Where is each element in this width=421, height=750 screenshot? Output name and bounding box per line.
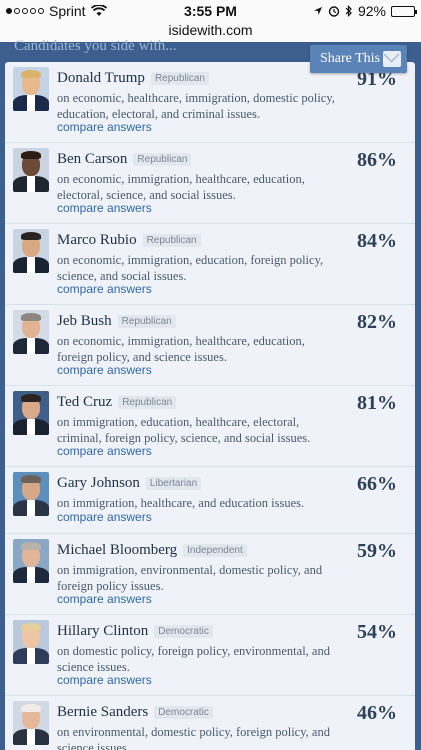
- match-percent: 81%: [357, 392, 397, 414]
- compare-answers-link[interactable]: compare answers: [57, 120, 152, 134]
- candidate-issues: on economic, immigration, healthcare, ed…: [57, 172, 305, 202]
- candidate-name[interactable]: Jeb Bush: [57, 313, 112, 330]
- compare-answers-link[interactable]: compare answers: [57, 592, 152, 606]
- status-bar: Sprint 3:55 PM 92%: [0, 0, 421, 22]
- party-badge: Democratic: [154, 706, 213, 719]
- match-percent: 66%: [357, 473, 397, 495]
- compare-answers-link[interactable]: compare answers: [57, 201, 152, 215]
- compare-answers-link[interactable]: compare answers: [57, 510, 152, 524]
- candidate-card[interactable]: Hillary Clinton Democratic on domestic pol…: [5, 615, 415, 696]
- candidate-name[interactable]: Bernie Sanders: [57, 704, 148, 721]
- battery-icon: [391, 5, 417, 17]
- candidate-name[interactable]: Marco Rubio: [57, 232, 137, 249]
- bluetooth-icon: [345, 5, 352, 17]
- candidate-issues: on economic, immigration, education, for…: [57, 253, 324, 283]
- alarm-icon: [328, 6, 340, 17]
- party-badge: Republican: [117, 315, 176, 328]
- candidate-issues: on immigration, environmental, domestic …: [57, 563, 323, 593]
- candidate-photo: [13, 620, 49, 664]
- section-title: Candidates you side with...: [14, 38, 177, 54]
- compare-answers-link[interactable]: compare answers: [57, 363, 152, 377]
- candidate-name[interactable]: Hillary Clinton: [57, 623, 148, 640]
- candidate-card[interactable]: Jeb Bush Republican on economic, immigrati…: [5, 305, 415, 386]
- candidate-issues: on environmental, domestic policy, forei…: [57, 725, 330, 750]
- candidate-name[interactable]: Donald Trump: [57, 70, 145, 87]
- candidate-card[interactable]: Ted Cruz Republican on immigration, educat…: [5, 386, 415, 467]
- candidate-photo: [13, 472, 49, 516]
- candidate-name[interactable]: Gary Johnson: [57, 475, 140, 492]
- share-button[interactable]: Share This: [310, 45, 407, 73]
- candidate-photo: [13, 391, 49, 435]
- party-badge: Republican: [150, 72, 209, 85]
- match-percent: 82%: [357, 311, 397, 333]
- location-icon: [313, 7, 322, 15]
- match-percent: 54%: [357, 621, 397, 643]
- party-badge: Republican: [133, 153, 192, 166]
- match-percent: 84%: [357, 230, 397, 252]
- candidate-photo: [13, 539, 49, 583]
- match-percent: 46%: [357, 702, 397, 724]
- candidate-issues: on domestic policy, foreign policy, envi…: [57, 644, 330, 674]
- party-badge: Republican: [142, 234, 201, 247]
- battery-percent: 92%: [357, 3, 386, 19]
- candidate-photo: [13, 67, 49, 111]
- candidate-photo: [13, 229, 49, 273]
- candidate-card[interactable]: Marco Rubio Republican on economic, immigr…: [5, 224, 415, 305]
- candidate-card[interactable]: Bernie Sanders Democratic on environmental…: [5, 696, 415, 750]
- candidate-photo: [13, 148, 49, 192]
- candidate-issues: on immigration, education, healthcare, e…: [57, 415, 311, 445]
- match-percent: 86%: [357, 149, 397, 171]
- candidate-card[interactable]: Donald Trump Republican on economic, healt…: [5, 62, 415, 143]
- candidate-issues: on economic, immigration, healthcare, ed…: [57, 334, 305, 364]
- compare-answers-link[interactable]: compare answers: [57, 673, 152, 687]
- candidate-name[interactable]: Ted Cruz: [57, 394, 112, 411]
- party-badge: Independent: [183, 544, 247, 557]
- party-badge: Libertarian: [145, 477, 202, 490]
- candidate-name[interactable]: Michael Bloomberg: [57, 542, 177, 559]
- party-badge: Democratic: [154, 625, 213, 638]
- match-percent: 59%: [357, 540, 397, 562]
- compare-answers-link[interactable]: compare answers: [57, 282, 152, 296]
- candidate-name[interactable]: Ben Carson: [57, 151, 127, 168]
- party-badge: Republican: [118, 396, 177, 409]
- candidate-photo: [13, 701, 49, 745]
- candidate-photo: [13, 310, 49, 354]
- candidate-issues: on economic, healthcare, immigration, do…: [57, 91, 335, 121]
- candidates-panel: Donald Trump Republican on economic, healt…: [5, 62, 415, 750]
- mail-icon: [383, 51, 401, 67]
- candidate-card[interactable]: Michael Bloomberg Independent on immigrati…: [5, 534, 415, 615]
- candidate-card[interactable]: Gary Johnson Libertarian on immigration, h…: [5, 467, 415, 534]
- candidate-card[interactable]: Ben Carson Republican on economic, immigra…: [5, 143, 415, 224]
- candidate-issues: on immigration, healthcare, and educatio…: [57, 496, 305, 510]
- compare-answers-link[interactable]: compare answers: [57, 444, 152, 458]
- share-label: Share This: [320, 51, 381, 66]
